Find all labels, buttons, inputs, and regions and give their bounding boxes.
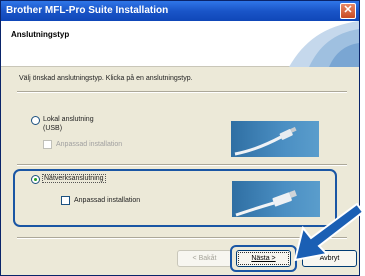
arrow-icon — [293, 202, 365, 262]
local-custom-install-label: Anpassad installation — [56, 141, 123, 148]
network-custom-install-label[interactable]: Anpassad installation — [74, 197, 140, 204]
local-connection-label[interactable]: Lokal anslutning — [43, 116, 94, 123]
page-title: Anslutningstyp — [11, 30, 70, 39]
local-custom-install-checkbox[interactable] — [43, 140, 52, 149]
header-panel: Anslutningstyp — [1, 21, 359, 67]
network-connection-radio[interactable] — [31, 175, 40, 184]
back-button[interactable]: < Bakåt — [177, 250, 232, 267]
header-swoosh-graphic — [289, 21, 359, 67]
divider — [17, 91, 347, 92]
close-icon[interactable]: ✕ — [340, 3, 356, 19]
local-connection-sublabel: (USB) — [43, 125, 63, 132]
local-connection-radio[interactable] — [31, 116, 40, 125]
next-button[interactable]: Nästa > — [236, 250, 291, 267]
network-custom-install-checkbox[interactable] — [61, 196, 70, 205]
network-connection-label[interactable]: Nätverksanslutning — [42, 174, 106, 183]
instruction-text: Välj önskad anslutningstyp. Klicka på en… — [19, 75, 193, 82]
title-bar[interactable]: Brother MFL-Pro Suite Installation ✕ — [1, 1, 359, 21]
divider — [17, 164, 347, 165]
window-title: Brother MFL-Pro Suite Installation — [6, 5, 169, 16]
usb-cable-icon — [231, 121, 319, 157]
